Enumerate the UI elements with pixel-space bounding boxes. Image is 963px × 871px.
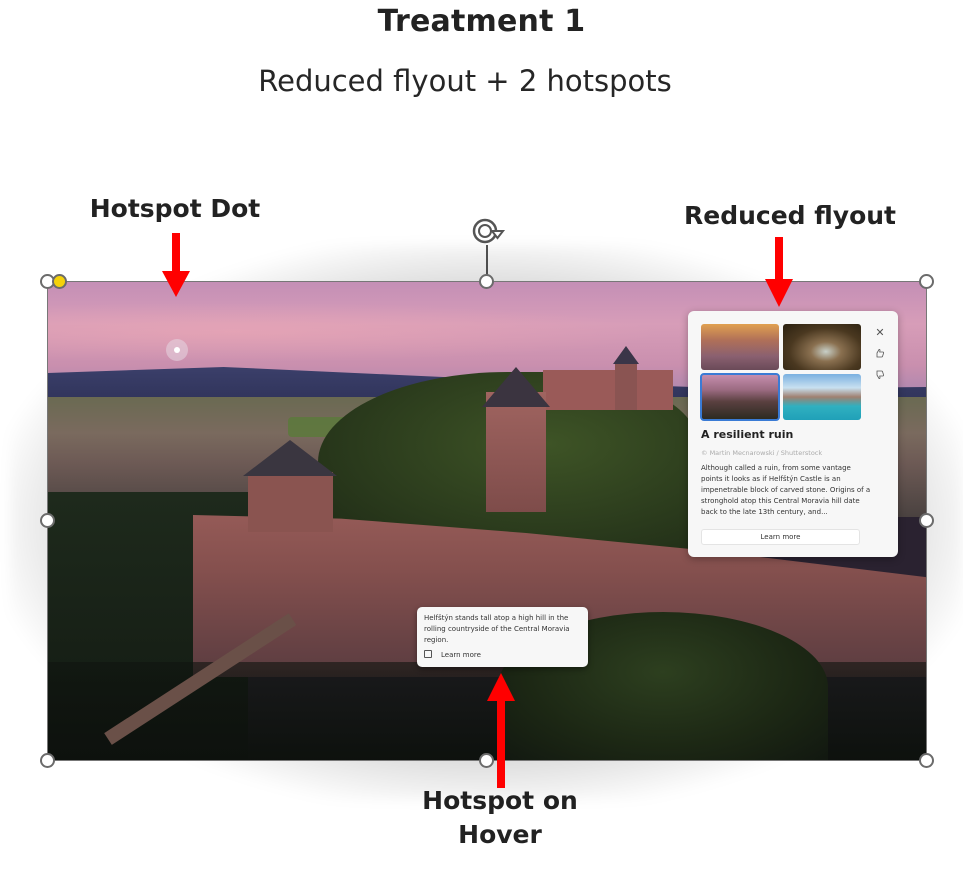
callout-hotspot-dot: Hotspot Dot	[89, 194, 261, 223]
slide-subtitle: Reduced flyout + 2 hotspots	[258, 64, 672, 98]
castle-back	[543, 370, 673, 410]
thumbs-down-icon[interactable]	[872, 369, 888, 385]
hover-learn-more-label: Learn more	[441, 651, 481, 659]
hotspot-dot[interactable]	[166, 339, 188, 361]
tower-main	[486, 392, 546, 512]
open-external-icon	[424, 650, 432, 658]
flyout-learn-more-button[interactable]: Learn more	[701, 529, 860, 545]
reduced-flyout: ✕ A resilient ruin © Martin Mecnarowski …	[688, 311, 898, 557]
castle-back-roof	[613, 346, 639, 364]
resize-handle-bottom-left[interactable]	[40, 753, 55, 768]
resize-handle-top[interactable]	[479, 274, 494, 289]
flyout-credit: © Martin Mecnarowski / Shutterstock	[701, 449, 823, 457]
flyout-actions: ✕	[872, 325, 888, 391]
flyout-description: Although called a ruin, from some vantag…	[701, 464, 871, 516]
hotspot-hover-card: Helfštýn stands tall atop a high hill in…	[417, 607, 588, 667]
thumbs-up-icon[interactable]	[872, 347, 888, 363]
hover-card-text: Helfštýn stands tall atop a high hill in…	[424, 614, 570, 644]
adjustment-handle[interactable]	[52, 274, 67, 289]
thumbnail-cave-arch[interactable]	[783, 324, 861, 370]
thumbnail-turquoise-bay[interactable]	[783, 374, 861, 420]
resize-handle-left[interactable]	[40, 513, 55, 528]
slide-title: Treatment 1	[377, 4, 586, 39]
hover-learn-more-link[interactable]: Learn more	[424, 650, 481, 659]
tower-left-roof	[243, 440, 337, 476]
sky-glow	[48, 302, 663, 362]
rotate-handle-icon[interactable]	[470, 214, 510, 248]
flyout-title: A resilient ruin	[701, 428, 794, 441]
thumbnail-castle-ruin[interactable]	[700, 373, 780, 421]
thumbnail-sunset-rocky-coast[interactable]	[701, 324, 779, 370]
thumbnail-grid	[700, 324, 861, 421]
resize-handle-right[interactable]	[919, 513, 934, 528]
resize-handle-top-right[interactable]	[919, 274, 934, 289]
tower-main-roof	[482, 367, 550, 407]
tower-left	[248, 472, 333, 532]
callout-reduced-flyout: Reduced flyout	[683, 201, 897, 230]
resize-handle-bottom[interactable]	[479, 753, 494, 768]
close-icon[interactable]: ✕	[872, 325, 888, 341]
castle-back-tower	[615, 362, 637, 410]
resize-handle-bottom-right[interactable]	[919, 753, 934, 768]
